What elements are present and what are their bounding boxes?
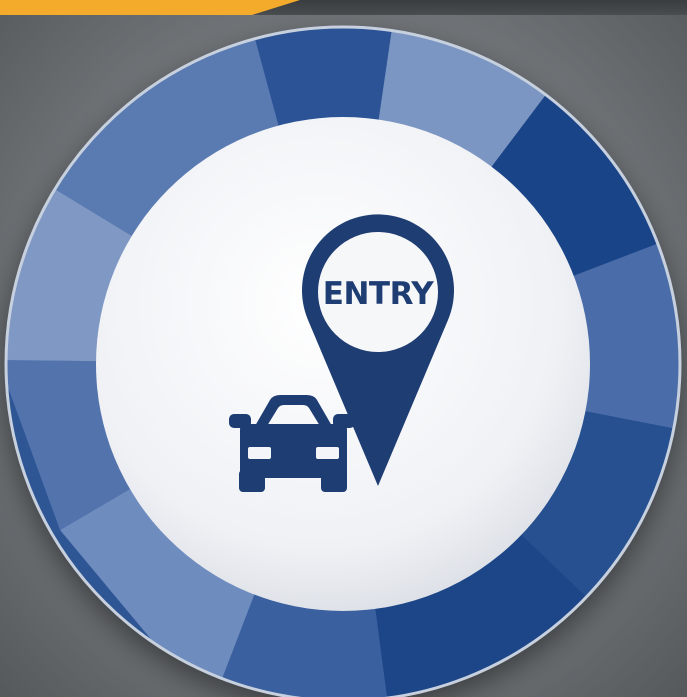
entry-badge: ENTRY	[0, 0, 687, 697]
entry-badge-graphic: ENTRY	[4, 25, 682, 697]
entry-label: ENTRY	[323, 276, 434, 312]
